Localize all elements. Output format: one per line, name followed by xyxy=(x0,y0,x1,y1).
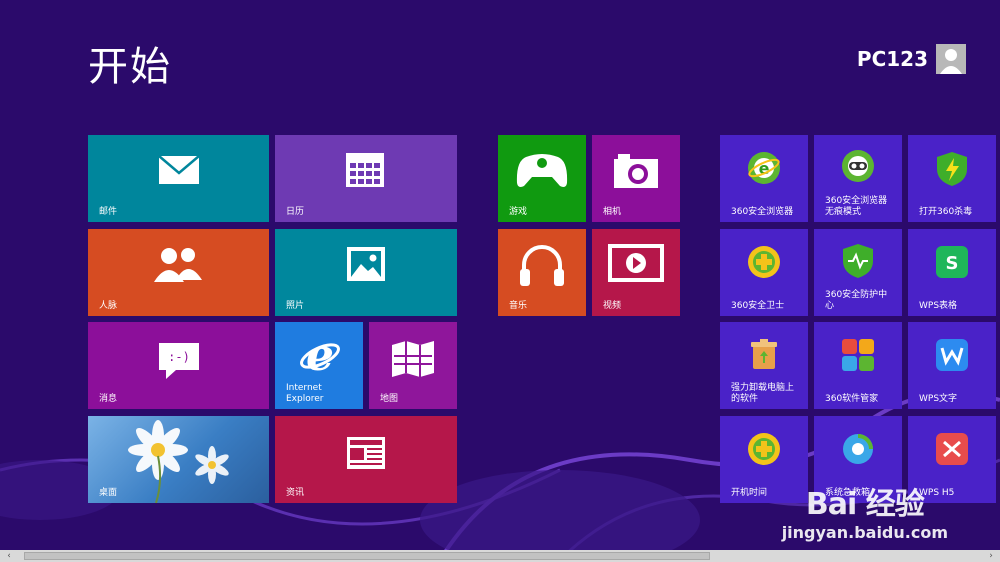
tile-label: 360安全浏览器 xyxy=(731,207,794,217)
360-software-manager-icon xyxy=(842,339,874,371)
tile-maps[interactable]: 地图 xyxy=(369,322,457,409)
tile-label: 资讯 xyxy=(286,488,305,498)
tile-label: WPS表格 xyxy=(919,301,958,311)
tile-360-antivirus[interactable]: 打开360杀毒 xyxy=(908,135,996,222)
tile-360-security-guard[interactable]: 360安全卫士 xyxy=(720,229,808,316)
tile-desktop[interactable]: 桌面 xyxy=(88,416,269,503)
360-browser-icon: e xyxy=(748,152,780,184)
tile-internet-explorer[interactable]: e Internet Explorer xyxy=(275,322,363,409)
tile-messaging[interactable]: :-) 消息 xyxy=(88,322,269,409)
360-browser-incognito-icon xyxy=(842,150,874,182)
tile-mail[interactable]: 邮件 xyxy=(88,135,269,222)
tile-people[interactable]: 人脉 xyxy=(88,229,269,316)
tile-label: 邮件 xyxy=(99,207,118,217)
photos-icon xyxy=(347,247,385,281)
tile-games[interactable]: 游戏 xyxy=(498,135,586,222)
user-avatar-icon xyxy=(936,44,966,74)
tile-wps-writer[interactable]: WPS文字 xyxy=(908,322,996,409)
tile-news[interactable]: 资讯 xyxy=(275,416,457,503)
360-security-guard-icon xyxy=(748,246,780,278)
user-name: PC123 xyxy=(856,47,928,71)
wps-h5-icon xyxy=(936,433,968,465)
360-antivirus-icon xyxy=(937,152,967,186)
360-protection-center-icon xyxy=(843,244,873,278)
tile-label: 360软件管家 xyxy=(825,394,879,404)
tile-photos[interactable]: 照片 xyxy=(275,229,457,316)
svg-text:e: e xyxy=(306,334,334,376)
svg-text::-): :-) xyxy=(168,350,190,364)
tile-music[interactable]: 音乐 xyxy=(498,229,586,316)
scroll-right-arrow-icon[interactable]: › xyxy=(984,550,998,562)
messaging-icon: :-) xyxy=(159,343,199,379)
mail-icon xyxy=(158,155,200,184)
tile-uninstall[interactable]: 强力卸载电脑上的软件 xyxy=(720,322,808,409)
desktop-wallpaper xyxy=(128,420,229,503)
tile-camera[interactable]: 相机 xyxy=(592,135,680,222)
360-boot-time-icon xyxy=(748,433,780,465)
tile-label: 人脉 xyxy=(99,301,118,311)
tile-label: 相机 xyxy=(603,207,622,217)
maps-icon xyxy=(392,341,434,377)
video-icon xyxy=(608,244,664,282)
tile-label: 360安全卫士 xyxy=(731,301,785,311)
scroll-thumb[interactable] xyxy=(24,552,710,560)
camera-icon xyxy=(614,154,658,188)
start-title: 开始 xyxy=(88,44,172,90)
people-icon xyxy=(154,248,202,282)
tile-label: 360安全防护中心 xyxy=(825,290,888,311)
scroll-left-arrow-icon[interactable]: ‹ xyxy=(2,550,16,562)
horizontal-scrollbar[interactable]: ‹ › xyxy=(0,550,1000,562)
tile-label: 打开360杀毒 xyxy=(919,207,973,217)
tile-360-protection-center[interactable]: 360安全防护中心 xyxy=(814,229,902,316)
headphones-icon xyxy=(520,245,564,286)
tile-label: 视频 xyxy=(603,301,622,311)
svg-text:S: S xyxy=(946,253,959,274)
tile-label: 消息 xyxy=(99,394,118,404)
tile-360-software-manager[interactable]: 360软件管家 xyxy=(814,322,902,409)
watermark-url: jingyan.baidu.com xyxy=(781,523,948,542)
user-account[interactable]: PC123 xyxy=(857,44,966,74)
tile-video[interactable]: 视频 xyxy=(592,229,680,316)
internet-explorer-icon: e xyxy=(300,334,340,376)
wps-writer-icon xyxy=(936,339,968,371)
tile-label: 音乐 xyxy=(509,301,528,311)
tile-label: WPS文字 xyxy=(919,394,958,404)
tile-label: 日历 xyxy=(286,207,305,217)
wps-spreadsheet-icon: S xyxy=(936,246,968,278)
watermark-logo: Bai 经验 xyxy=(805,487,925,522)
tile-label: 开机时间 xyxy=(731,488,768,498)
tile-label: 游戏 xyxy=(509,207,528,217)
tile-label: 360安全浏览器无痕模式 xyxy=(825,196,888,217)
news-icon xyxy=(347,437,385,469)
calendar-icon xyxy=(346,153,384,187)
baidu-jingyan-watermark: Bai 经验 jingyan.baidu.com xyxy=(782,479,948,542)
360-first-aid-icon xyxy=(843,434,873,464)
tile-label: 地图 xyxy=(380,394,399,404)
tile-label: Internet Explorer xyxy=(286,383,324,404)
tile-calendar[interactable]: 日历 xyxy=(275,135,457,222)
tile-label: 照片 xyxy=(286,301,305,311)
tile-360-browser-incognito[interactable]: 360安全浏览器无痕模式 xyxy=(814,135,902,222)
tile-wps-spreadsheet[interactable]: S WPS表格 xyxy=(908,229,996,316)
tile-label: 强力卸载电脑上的软件 xyxy=(731,383,795,404)
uninstall-icon xyxy=(751,339,777,369)
xbox-controller-icon xyxy=(516,154,568,187)
tile-360-browser[interactable]: e 360安全浏览器 xyxy=(720,135,808,222)
tile-label: 桌面 xyxy=(99,488,118,498)
